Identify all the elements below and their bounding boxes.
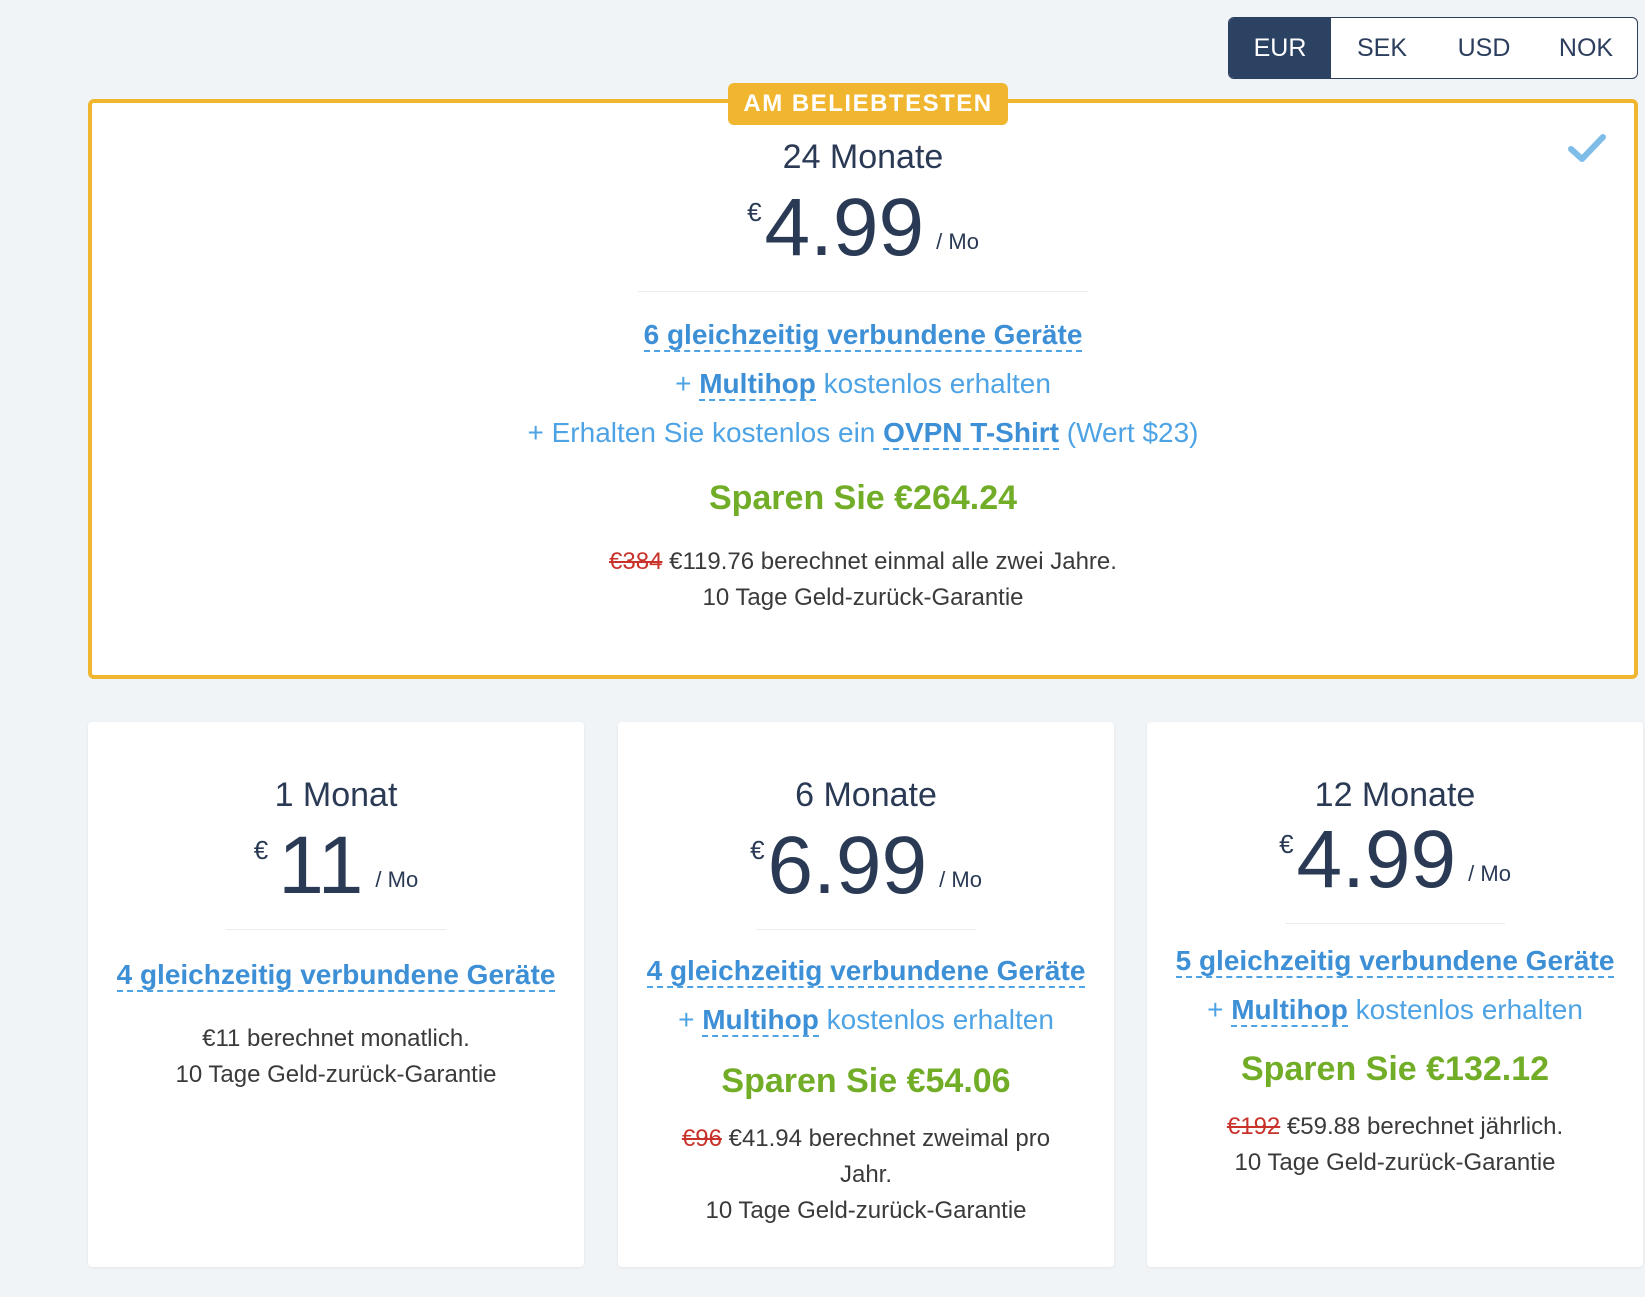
feature-devices: 4 gleichzeitig verbundene Geräte xyxy=(618,946,1114,995)
multihop-prefix: + xyxy=(1207,994,1232,1025)
plan-card-12-months[interactable]: 12 Monate € 4.99 / Mo 5 gleichzeitig ver… xyxy=(1147,722,1643,1267)
billing-text: €11 berechnet monatlich. xyxy=(202,1025,470,1052)
savings-text: Sparen Sie €54.06 xyxy=(721,1062,1011,1100)
price-unit: / Mo xyxy=(375,867,419,892)
feature-multihop: + Multihop kostenlos erhalten xyxy=(618,995,1114,1044)
price-currency: € xyxy=(1279,829,1294,859)
plan-title: 6 Monate xyxy=(795,776,937,814)
plan-title: 12 Monate xyxy=(1314,776,1476,814)
billing-info: €96 €41.94 berechnet zweimal pro xyxy=(618,1121,1114,1157)
price-amount: 4.99 xyxy=(764,182,925,273)
price-amount: 4.99 xyxy=(1296,814,1457,905)
savings-text: Sparen Sie €264.24 xyxy=(708,479,1018,517)
divider xyxy=(756,929,976,930)
billing-info: €192 €59.88 berechnet jährlich. xyxy=(1147,1109,1643,1145)
checkmark-icon xyxy=(1568,134,1606,162)
currency-usd-button[interactable]: USD xyxy=(1433,18,1535,78)
multihop-suffix: kostenlos erhalten xyxy=(1347,994,1583,1025)
currency-sek-button[interactable]: SEK xyxy=(1331,18,1433,78)
multihop-suffix: kostenlos erhalten xyxy=(818,1004,1054,1035)
feature-devices: 6 gleichzeitig verbundene Geräte xyxy=(92,310,1634,359)
guarantee-text: 10 Tage Geld-zurück-Garantie xyxy=(175,1061,497,1088)
billing-text: €119.76 berechnet einmal alle zwei Jahre… xyxy=(662,548,1117,575)
feature-multihop: + Multihop kostenlos erhalten xyxy=(92,359,1634,408)
tshirt-prefix: + Erhalten Sie kostenlos ein xyxy=(527,417,884,448)
currency-switch: EUR SEK USD NOK xyxy=(1228,17,1638,79)
billing-text-line2: Jahr. xyxy=(839,1161,893,1188)
price-row: € 4.99 / Mo xyxy=(1147,819,1643,901)
price-unit: / Mo xyxy=(1468,861,1511,886)
price-currency: € xyxy=(747,197,762,227)
devices-link[interactable]: 6 gleichzeitig verbundene Geräte xyxy=(643,319,1083,352)
price-row: € 11 / Mo xyxy=(88,825,584,907)
guarantee-text: 10 Tage Geld-zurück-Garantie xyxy=(1234,1149,1556,1176)
feature-devices: 5 gleichzeitig verbundene Geräte xyxy=(1147,936,1643,985)
divider xyxy=(638,291,1088,292)
plan-card-6-months[interactable]: 6 Monate € 6.99 / Mo 4 gleichzeitig verb… xyxy=(618,722,1114,1267)
multihop-link[interactable]: Multihop xyxy=(1231,994,1348,1027)
multihop-prefix: + xyxy=(678,1004,703,1035)
billing-info: €384 €119.76 berechnet einmal alle zwei … xyxy=(92,544,1634,580)
plan-title: 24 Monate xyxy=(782,138,944,176)
plan-card-24-months[interactable]: AM BELIEBTESTEN 24 Monate € 4.99 / Mo 6 … xyxy=(88,83,1638,679)
price-currency: € xyxy=(253,835,269,865)
divider xyxy=(1285,923,1505,924)
price-row: € 4.99 / Mo xyxy=(92,187,1634,269)
multihop-prefix: + xyxy=(675,368,700,399)
feature-tshirt: + Erhalten Sie kostenlos ein OVPN T-Shir… xyxy=(92,408,1634,457)
plan-title: 1 Monat xyxy=(274,776,398,814)
guarantee-text: 10 Tage Geld-zurück-Garantie xyxy=(702,584,1024,611)
price-amount: 6.99 xyxy=(767,820,928,911)
currency-eur-button[interactable]: EUR xyxy=(1229,18,1331,78)
plan-card-1-month[interactable]: 1 Monat € 11 / Mo 4 gleichzeitig verbund… xyxy=(88,722,584,1267)
billing-text: €59.88 berechnet jährlich. xyxy=(1280,1113,1564,1140)
savings-text: Sparen Sie €132.12 xyxy=(1240,1050,1550,1088)
multihop-link[interactable]: Multihop xyxy=(702,1004,819,1037)
tshirt-link[interactable]: OVPN T-Shirt xyxy=(883,417,1059,450)
old-price: €384 xyxy=(609,548,663,575)
devices-link[interactable]: 5 gleichzeitig verbundene Geräte xyxy=(1175,945,1615,978)
multihop-suffix: kostenlos erhalten xyxy=(815,368,1051,399)
devices-link[interactable]: 4 gleichzeitig verbundene Geräte xyxy=(116,959,556,992)
feature-multihop: + Multihop kostenlos erhalten xyxy=(1147,985,1643,1034)
guarantee-text: 10 Tage Geld-zurück-Garantie xyxy=(705,1197,1027,1224)
multihop-link[interactable]: Multihop xyxy=(699,368,816,401)
feature-devices: 4 gleichzeitig verbundene Geräte xyxy=(88,950,584,999)
billing-text: €41.94 berechnet zweimal pro xyxy=(721,1125,1051,1152)
tshirt-suffix: (Wert $23) xyxy=(1058,417,1199,448)
old-price: €192 xyxy=(1226,1113,1281,1140)
divider xyxy=(226,929,446,930)
price-currency: € xyxy=(750,835,765,865)
price-amount: 11 xyxy=(278,820,364,911)
price-unit: / Mo xyxy=(939,867,982,892)
currency-nok-button[interactable]: NOK xyxy=(1535,18,1637,78)
price-row: € 6.99 / Mo xyxy=(618,825,1114,907)
popular-badge: AM BELIEBTESTEN xyxy=(728,83,1008,125)
old-price: €96 xyxy=(681,1125,722,1152)
price-unit: / Mo xyxy=(936,229,979,254)
devices-link[interactable]: 4 gleichzeitig verbundene Geräte xyxy=(646,955,1086,988)
